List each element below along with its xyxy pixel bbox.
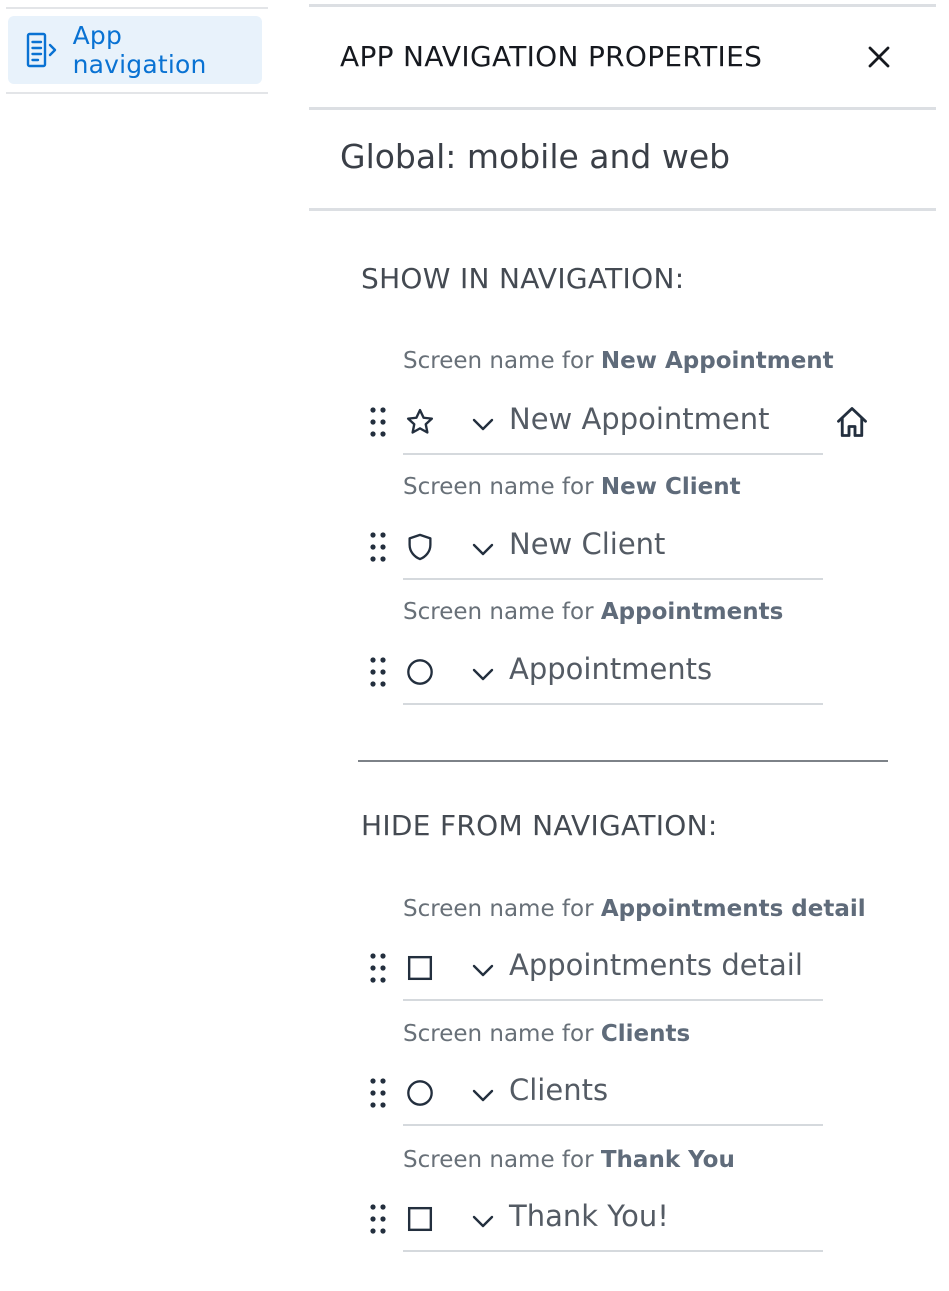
- panel-scope-divider: [309, 208, 936, 211]
- drag-handle-icon[interactable]: [368, 1202, 388, 1236]
- sidebar-divider-bottom: [6, 92, 268, 94]
- chevron-down-icon[interactable]: [469, 956, 497, 984]
- screen-name-value[interactable]: Thank You!: [509, 1199, 669, 1233]
- nav-item-row: Clients: [366, 1069, 886, 1126]
- star-icon[interactable]: [404, 406, 436, 438]
- square-icon[interactable]: [404, 952, 436, 984]
- chevron-down-icon[interactable]: [469, 1081, 497, 1109]
- chevron-down-icon[interactable]: [469, 1207, 497, 1235]
- screen-name-hint: Screen name for Thank You: [403, 1147, 735, 1173]
- nav-item-row: New Appointment: [366, 398, 886, 455]
- app-navigation-button[interactable]: App navigation: [8, 16, 262, 84]
- nav-item-row: Thank You!: [366, 1195, 886, 1252]
- screen-name-value[interactable]: Appointments: [509, 652, 712, 686]
- nav-item-row: New Client: [366, 523, 886, 580]
- home-icon[interactable]: [834, 404, 870, 440]
- screen-name-hint: Screen name for New Appointment: [403, 348, 834, 374]
- drag-handle-icon[interactable]: [368, 405, 388, 439]
- drag-handle-icon[interactable]: [368, 655, 388, 689]
- shield-icon[interactable]: [404, 531, 436, 563]
- chevron-down-icon[interactable]: [469, 535, 497, 563]
- screen-name-value[interactable]: Clients: [509, 1073, 608, 1107]
- circle-icon[interactable]: [404, 656, 436, 688]
- panel-header-divider: [309, 107, 936, 110]
- app-navigation-properties-panel: APP NAVIGATION PROPERTIES Global: mobile…: [309, 0, 936, 1291]
- sidebar-divider-top: [6, 7, 268, 9]
- hide-from-navigation-title: HIDE FROM NAVIGATION:: [361, 809, 718, 842]
- screen-name-value[interactable]: New Client: [509, 527, 665, 561]
- screen-name-hint: Screen name for Appointments detail: [403, 896, 866, 922]
- close-button[interactable]: [862, 40, 896, 74]
- chevron-down-icon[interactable]: [469, 660, 497, 688]
- chevron-down-icon[interactable]: [469, 410, 497, 438]
- app-navigation-label: App navigation: [72, 21, 207, 79]
- nav-item-row: Appointments detail: [366, 944, 886, 1001]
- scope-label: Global: mobile and web: [340, 137, 731, 176]
- drag-handle-icon[interactable]: [368, 1076, 388, 1110]
- panel-top-border: [309, 4, 936, 7]
- circle-icon[interactable]: [404, 1077, 436, 1109]
- nav-item-row: Appointments: [366, 648, 886, 705]
- drag-handle-icon[interactable]: [368, 530, 388, 564]
- screen-name-underline: [403, 578, 823, 580]
- screen-name-hint: Screen name for Appointments: [403, 599, 784, 625]
- screen-name-underline: [403, 703, 823, 705]
- screen-name-underline: [403, 1124, 823, 1126]
- screen-name-hint: Screen name for New Client: [403, 474, 741, 500]
- panel-title: APP NAVIGATION PROPERTIES: [340, 40, 763, 73]
- list-arrow-icon: [24, 32, 60, 68]
- screen-name-value[interactable]: New Appointment: [509, 402, 770, 436]
- screen-name-underline: [403, 453, 823, 455]
- screen-name-underline: [403, 999, 823, 1001]
- drag-handle-icon[interactable]: [368, 951, 388, 985]
- screen-name-underline: [403, 1250, 823, 1252]
- square-icon[interactable]: [404, 1203, 436, 1235]
- screen-name-hint: Screen name for Clients: [403, 1021, 691, 1047]
- close-icon: [868, 46, 890, 68]
- show-in-navigation-title: SHOW IN NAVIGATION:: [361, 262, 685, 295]
- screen-name-value[interactable]: Appointments detail: [509, 948, 803, 982]
- section-divider: [358, 760, 888, 762]
